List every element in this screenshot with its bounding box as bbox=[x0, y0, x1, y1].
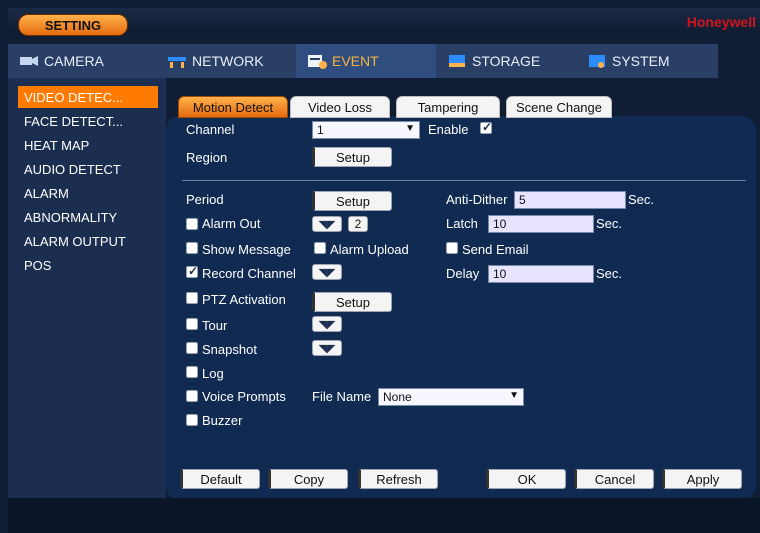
tour-checkbox[interactable] bbox=[186, 318, 198, 330]
tab-scene-change[interactable]: Scene Change bbox=[506, 96, 612, 118]
record-channel-dropdown[interactable]: ◥◤ bbox=[312, 264, 342, 280]
buzzer-checkbox[interactable] bbox=[186, 414, 198, 426]
tab-tampering[interactable]: Tampering bbox=[396, 96, 500, 118]
setting-label: SETTING bbox=[44, 17, 102, 33]
channel-value: 1 bbox=[317, 123, 324, 137]
latch-label: Latch bbox=[446, 216, 478, 231]
voice-prompts-checkbox[interactable] bbox=[186, 390, 198, 402]
log-label: Log bbox=[202, 366, 224, 381]
tab-storage-label: STORAGE bbox=[472, 53, 541, 69]
tab-system-label: SYSTEM bbox=[612, 53, 670, 69]
sidebar-item-heat-map[interactable]: HEAT MAP bbox=[18, 134, 158, 156]
chevron-down-icon: ◥◤ bbox=[318, 266, 336, 279]
ok-button[interactable]: OK bbox=[486, 469, 566, 489]
alarm-out-label: Alarm Out bbox=[202, 216, 261, 231]
tab-network[interactable]: NETWORK bbox=[166, 44, 296, 78]
file-name-select[interactable]: None ▼ bbox=[378, 388, 524, 406]
sidebar-item-abnormality[interactable]: ABNORMALITY bbox=[18, 206, 158, 228]
anti-dither-input[interactable]: 5 bbox=[514, 191, 626, 209]
send-email-label: Send Email bbox=[462, 242, 529, 257]
snapshot-label: Snapshot bbox=[202, 342, 257, 357]
checkmark-icon: ✓ bbox=[188, 264, 199, 278]
copy-button[interactable]: Copy bbox=[268, 469, 348, 489]
chevron-down-icon: ▼ bbox=[509, 390, 519, 401]
region-label: Region bbox=[186, 150, 228, 165]
chevron-down-icon: ◥◤ bbox=[318, 318, 336, 331]
chevron-down-icon: ◥◤ bbox=[318, 218, 336, 231]
alarm-upload-checkbox[interactable] bbox=[314, 242, 326, 254]
sidebar-item-audio-detect[interactable]: AUDIO DETECT bbox=[18, 158, 158, 180]
network-icon bbox=[166, 52, 188, 70]
checkmark-icon: ✓ bbox=[482, 120, 493, 134]
tour-label: Tour bbox=[202, 318, 228, 333]
latch-unit: Sec. bbox=[596, 216, 623, 231]
show-message-checkbox[interactable] bbox=[186, 242, 198, 254]
region-setup-button[interactable]: Setup bbox=[312, 147, 392, 167]
default-button[interactable]: Default bbox=[180, 469, 260, 489]
enable-label: Enable bbox=[428, 122, 469, 137]
divider bbox=[182, 180, 746, 181]
tab-system[interactable]: SYSTEM bbox=[586, 44, 716, 78]
snapshot-checkbox[interactable] bbox=[186, 342, 198, 354]
delay-label: Delay bbox=[446, 266, 480, 281]
tour-dropdown[interactable]: ◥◤ bbox=[312, 316, 342, 332]
apply-button[interactable]: Apply bbox=[662, 469, 742, 489]
enable-checkbox[interactable]: ✓ bbox=[480, 120, 493, 134]
setting-button[interactable]: SETTING bbox=[18, 14, 128, 36]
alarm-out-dropdown[interactable]: ◥◤ bbox=[312, 216, 342, 232]
log-checkbox[interactable] bbox=[186, 366, 198, 378]
brand-logo: Honeywell bbox=[686, 14, 756, 30]
tab-storage[interactable]: STORAGE bbox=[446, 44, 576, 78]
anti-dither-unit: Sec. bbox=[628, 192, 655, 207]
tab-motion-detect[interactable]: Motion Detect bbox=[178, 96, 288, 118]
channel-label: Channel bbox=[186, 122, 235, 137]
alarm-out-count[interactable]: 2 bbox=[348, 216, 368, 232]
camera-icon bbox=[18, 52, 40, 70]
delay-unit: Sec. bbox=[596, 266, 623, 281]
event-icon bbox=[306, 52, 328, 70]
voice-prompts-label: Voice Prompts bbox=[202, 389, 286, 404]
chevron-down-icon: ▼ bbox=[405, 123, 415, 134]
chevron-down-icon: ◥◤ bbox=[318, 342, 336, 355]
ptz-activation-checkbox[interactable] bbox=[186, 292, 198, 304]
tab-event[interactable]: EVENT bbox=[296, 44, 436, 78]
cancel-button[interactable]: Cancel bbox=[574, 469, 654, 489]
latch-value: 10 bbox=[493, 217, 507, 231]
record-channel-checkbox[interactable]: ✓ bbox=[186, 264, 199, 278]
storage-icon bbox=[446, 52, 468, 70]
ptz-activation-label: PTZ Activation bbox=[202, 292, 286, 307]
tab-camera-label: CAMERA bbox=[44, 53, 104, 69]
tab-video-loss[interactable]: Video Loss bbox=[290, 96, 390, 118]
delay-input[interactable]: 10 bbox=[488, 265, 594, 283]
tab-camera[interactable]: CAMERA bbox=[18, 44, 158, 78]
anti-dither-value: 5 bbox=[519, 193, 526, 207]
delay-value: 10 bbox=[493, 267, 507, 281]
alarm-out-checkbox[interactable] bbox=[186, 218, 198, 230]
status-bar bbox=[8, 498, 760, 533]
record-channel-label: Record Channel bbox=[202, 266, 296, 281]
alarm-upload-label: Alarm Upload bbox=[330, 242, 409, 257]
content-panel bbox=[166, 116, 756, 500]
sidebar-item-video-detect[interactable]: VIDEO DETEC... bbox=[18, 86, 158, 108]
sidebar-item-alarm[interactable]: ALARM bbox=[18, 182, 158, 204]
tab-network-label: NETWORK bbox=[192, 53, 264, 69]
show-message-label: Show Message bbox=[202, 242, 291, 257]
send-email-checkbox[interactable] bbox=[446, 242, 458, 254]
sidebar-item-pos[interactable]: POS bbox=[18, 254, 158, 276]
buzzer-label: Buzzer bbox=[202, 413, 243, 428]
sidebar-item-alarm-output[interactable]: ALARM OUTPUT bbox=[18, 230, 158, 252]
period-label: Period bbox=[186, 192, 224, 207]
period-setup-button[interactable]: Setup bbox=[312, 191, 392, 211]
latch-input[interactable]: 10 bbox=[488, 215, 594, 233]
file-name-value: None bbox=[383, 390, 412, 404]
file-name-label: File Name bbox=[312, 389, 372, 404]
channel-select[interactable]: 1 ▼ bbox=[312, 121, 420, 139]
anti-dither-label: Anti-Dither bbox=[446, 192, 508, 207]
tab-event-label: EVENT bbox=[332, 53, 379, 69]
snapshot-dropdown[interactable]: ◥◤ bbox=[312, 340, 342, 356]
ptz-setup-button[interactable]: Setup bbox=[312, 292, 392, 312]
system-icon bbox=[586, 52, 608, 70]
refresh-button[interactable]: Refresh bbox=[358, 469, 438, 489]
sidebar-item-face-detect[interactable]: FACE DETECT... bbox=[18, 110, 158, 132]
